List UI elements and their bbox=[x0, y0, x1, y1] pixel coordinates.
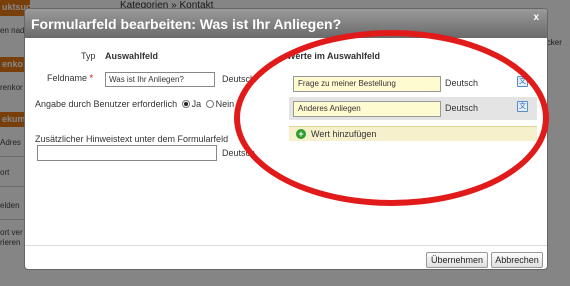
feldname-input[interactable]: Was ist Ihr Anliegen? bbox=[105, 72, 215, 87]
value-row: Anderes Anliegen Deutsch 文 bbox=[289, 97, 537, 120]
typ-value: Auswahlfeld bbox=[105, 51, 159, 61]
add-value-row[interactable]: + Wert hinzufügen bbox=[289, 126, 537, 141]
dialog-title: Formularfeld bearbeiten: Was ist Ihr Anl… bbox=[31, 16, 342, 32]
required-setting: Angabe durch Benutzer erforderlich Ja Ne… bbox=[35, 99, 234, 109]
add-value-label: Wert hinzufügen bbox=[311, 129, 377, 139]
typ-label: Typ bbox=[81, 51, 96, 61]
radio-no-label: Nein bbox=[215, 99, 235, 109]
hint-label: Zusätzlicher Hinweistext unter dem Formu… bbox=[35, 134, 229, 144]
value-language: Deutsch bbox=[445, 78, 479, 88]
required-mark: * bbox=[89, 73, 94, 83]
value-input[interactable]: Frage zu meiner Bestellung bbox=[293, 76, 441, 92]
value-input[interactable]: Anderes Anliegen bbox=[293, 101, 441, 117]
edit-translation-icon[interactable]: 文 bbox=[517, 101, 528, 112]
radio-no[interactable] bbox=[205, 100, 214, 108]
hint-language: Deutsch bbox=[222, 148, 256, 158]
close-icon[interactable]: x bbox=[533, 12, 539, 23]
radio-yes[interactable] bbox=[181, 100, 190, 108]
values-title: Werte im Auswahlfeld bbox=[287, 51, 381, 61]
dialog-header: Formularfeld bearbeiten: Was ist Ihr Anl… bbox=[25, 9, 547, 38]
edit-translation-icon[interactable]: 文 bbox=[517, 76, 528, 87]
radio-yes-label: Ja bbox=[191, 99, 202, 109]
dialog-footer-divider bbox=[25, 245, 547, 246]
plus-icon: + bbox=[296, 129, 306, 139]
value-language: Deutsch bbox=[445, 103, 479, 113]
hint-input[interactable] bbox=[37, 145, 217, 161]
edit-form-field-dialog: Formularfeld bearbeiten: Was ist Ihr Anl… bbox=[24, 8, 548, 270]
feldname-language: Deutsch bbox=[222, 74, 256, 84]
apply-button[interactable]: Übernehmen bbox=[426, 252, 488, 268]
feldname-label: Feldname * bbox=[47, 73, 94, 83]
required-label: Angabe durch Benutzer erforderlich bbox=[35, 99, 178, 109]
value-row: Frage zu meiner Bestellung Deutsch 文 bbox=[289, 72, 537, 95]
cancel-button[interactable]: Abbrechen bbox=[491, 252, 543, 268]
